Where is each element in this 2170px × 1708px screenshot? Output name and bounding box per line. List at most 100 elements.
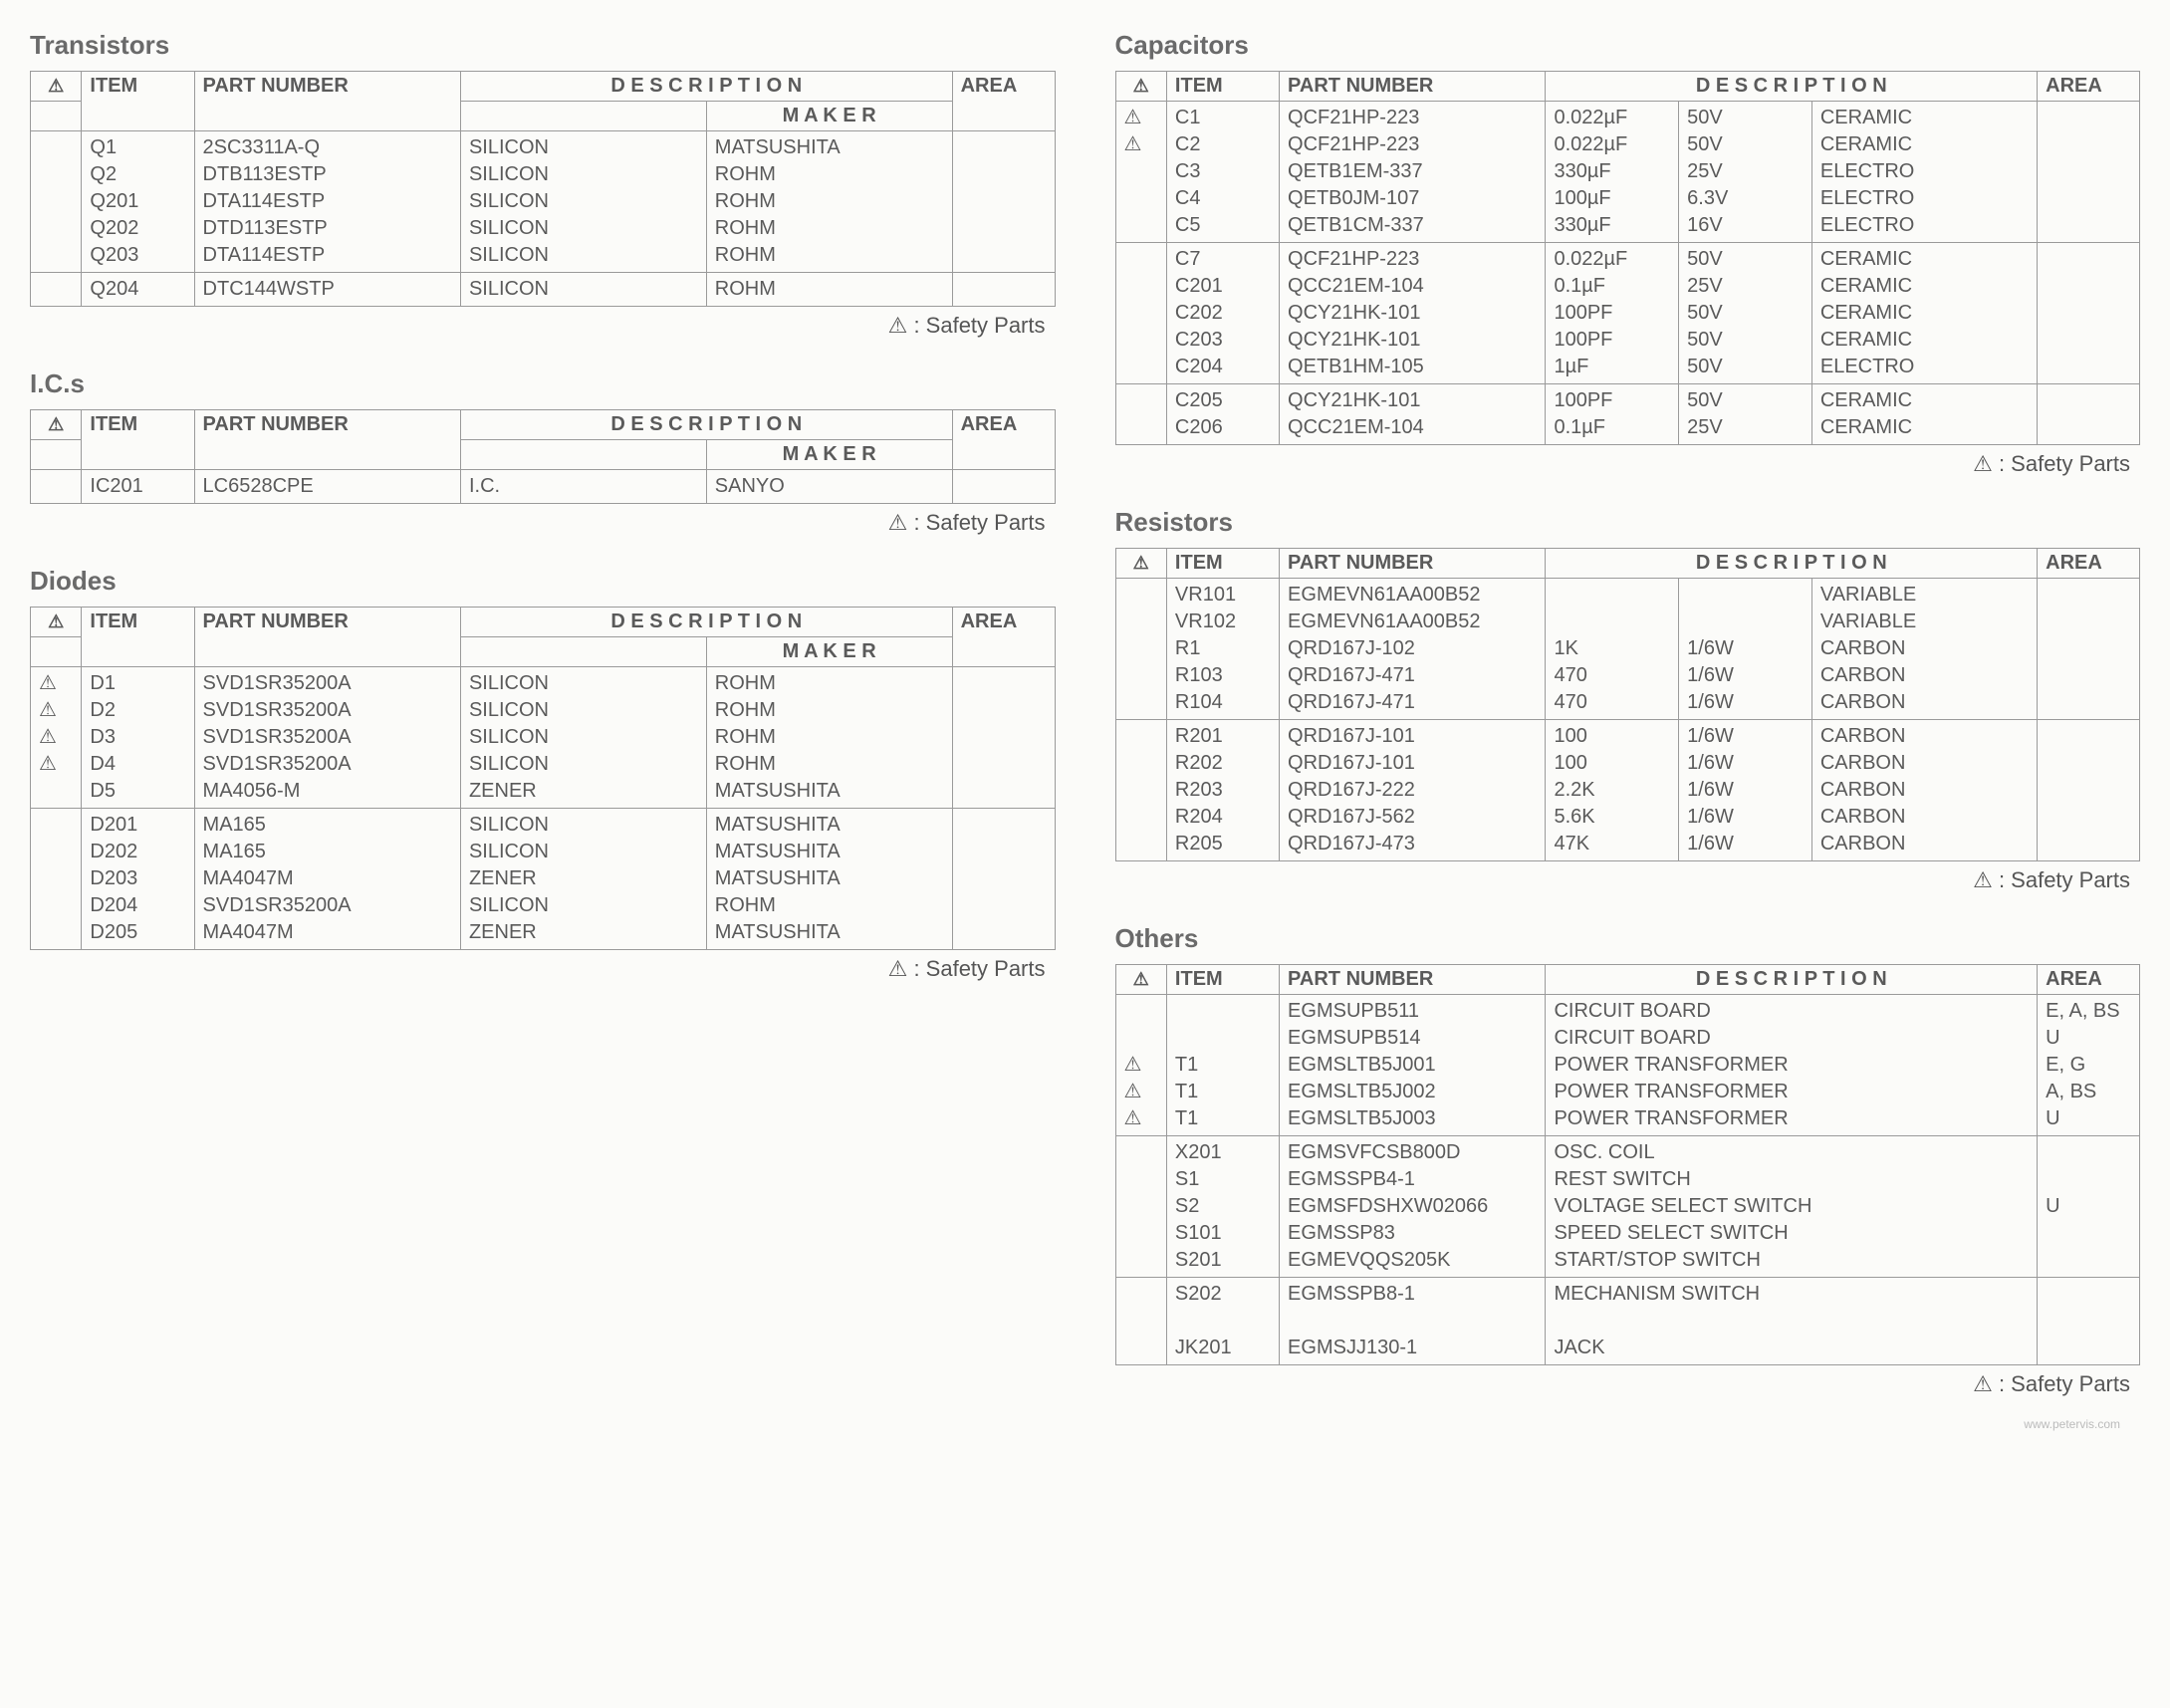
cell-part: LC6528CPE xyxy=(194,470,460,504)
table-row: C7 C201 C202 C203 C204QCF21HP-223 QCC21E… xyxy=(1115,243,2140,384)
resistors-title: Resistors xyxy=(1115,507,2141,538)
cell-area xyxy=(952,273,1055,307)
cell-d1: SILICON xyxy=(460,273,706,307)
cell-d1: SILICON SILICON SILICON SILICON ZENER xyxy=(460,667,706,809)
ics-table: ⚠ ITEM PART NUMBER D E S C R I P T I O N… xyxy=(30,409,1056,504)
table-row: ⚠ ⚠ ⚠ T1 T1 T1EGMSUPB511 EGMSUPB514 EGMS… xyxy=(1115,995,2140,1136)
capacitors-title: Capacitors xyxy=(1115,30,2141,61)
cell-w xyxy=(1115,579,1166,720)
cell-w xyxy=(1115,1136,1166,1278)
cell-part: EGMSUPB511 EGMSUPB514 EGMSLTB5J001 EGMSL… xyxy=(1280,995,1546,1136)
table-row: Q204DTC144WSTPSILICONROHM xyxy=(31,273,1056,307)
cell-item: D1 D2 D3 D4 D5 xyxy=(82,667,194,809)
cell-part: 2SC3311A-Q DTB113ESTP DTA114ESTP DTD113E… xyxy=(194,131,460,273)
cell-area xyxy=(952,667,1055,809)
cell-part: QCF21HP-223 QCF21HP-223 QETB1EM-337 QETB… xyxy=(1280,102,1546,243)
cell-part: SVD1SR35200A SVD1SR35200A SVD1SR35200A S… xyxy=(194,667,460,809)
cell-part: QCY21HK-101 QCC21EM-104 xyxy=(1280,384,1546,445)
col-area: AREA xyxy=(952,72,1055,131)
warning-icon: ⚠ xyxy=(1133,76,1149,97)
left-column: Transistors ⚠ ITEM PART NUMBER D E S C R… xyxy=(30,20,1056,1431)
cell-part: EGMSVFCSB800D EGMSSPB4-1 EGMSFDSHXW02066… xyxy=(1280,1136,1546,1278)
cell-d1: 0.022µF 0.022µF 330µF 100µF 330µF xyxy=(1546,102,1679,243)
cell-desc: MECHANISM SWITCH JACK xyxy=(1546,1278,2038,1365)
cell-d1: 100PF 0.1µF xyxy=(1546,384,1679,445)
col-maker: M A K E R xyxy=(706,102,952,131)
col-part: PART NUMBER xyxy=(194,72,460,131)
others-title: Others xyxy=(1115,923,2141,954)
cell-maker: MATSUSHITA MATSUSHITA MATSUSHITA ROHM MA… xyxy=(706,809,952,950)
cell-area xyxy=(2038,579,2140,720)
cell-area: U xyxy=(2038,1136,2140,1278)
table-row: R201 R202 R203 R204 R205QRD167J-101 QRD1… xyxy=(1115,720,2140,861)
cell-d1: 1K 470 470 xyxy=(1546,579,1679,720)
transistors-table: ⚠ ITEM PART NUMBER D E S C R I P T I O N… xyxy=(30,71,1056,307)
ics-title: I.C.s xyxy=(30,368,1056,399)
cell-d3: CERAMIC CERAMIC ELECTRO ELECTRO ELECTRO xyxy=(1811,102,2037,243)
diodes-title: Diodes xyxy=(30,566,1056,597)
right-column: Capacitors ⚠ ITEM PART NUMBER D E S C R … xyxy=(1115,20,2141,1431)
cell-item: X201 S1 S2 S101 S201 xyxy=(1166,1136,1279,1278)
cell-d1: 100 100 2.2K 5.6K 47K xyxy=(1546,720,1679,861)
cell-area: E, A, BS U E, G A, BS U xyxy=(2038,995,2140,1136)
cell-part: EGMSSPB8-1 EGMSJJ130-1 xyxy=(1280,1278,1546,1365)
cell-area xyxy=(952,470,1055,504)
safety-note-others: ⚠ : Safety Parts xyxy=(1115,1365,2141,1417)
cell-d3: CERAMIC CERAMIC xyxy=(1811,384,2037,445)
cell-w xyxy=(31,273,82,307)
table-row: ⚠ ⚠ C1 C2 C3 C4 C5QCF21HP-223 QCF21HP-22… xyxy=(1115,102,2140,243)
cell-item: C7 C201 C202 C203 C204 xyxy=(1166,243,1279,384)
cell-part: EGMEVN61AA00B52 EGMEVN61AA00B52 QRD167J-… xyxy=(1280,579,1546,720)
cell-item: C205 C206 xyxy=(1166,384,1279,445)
cell-item: VR101 VR102 R1 R103 R104 xyxy=(1166,579,1279,720)
cell-area xyxy=(952,809,1055,950)
cell-item: Q1 Q2 Q201 Q202 Q203 xyxy=(82,131,194,273)
cell-d1: I.C. xyxy=(460,470,706,504)
cell-w xyxy=(31,809,82,950)
cell-maker: SANYO xyxy=(706,470,952,504)
page-root: Transistors ⚠ ITEM PART NUMBER D E S C R… xyxy=(30,20,2140,1431)
cell-d2: 50V 50V 25V 6.3V 16V xyxy=(1679,102,1812,243)
safety-note-capacitors: ⚠ : Safety Parts xyxy=(1115,445,2141,497)
safety-note-ics: ⚠ : Safety Parts xyxy=(30,504,1056,556)
table-row: X201 S1 S2 S101 S201EGMSVFCSB800D EGMSSP… xyxy=(1115,1136,2140,1278)
col-warn: ⚠ xyxy=(31,72,82,102)
warning-icon: ⚠ xyxy=(48,76,64,97)
cell-w: ⚠ ⚠ ⚠ ⚠ xyxy=(31,667,82,809)
cell-area xyxy=(2038,384,2140,445)
cell-w: ⚠ ⚠ ⚠ xyxy=(1115,995,1166,1136)
cell-w xyxy=(1115,1278,1166,1365)
cell-maker: ROHM xyxy=(706,273,952,307)
table-row: S202 JK201EGMSSPB8-1 EGMSJJ130-1MECHANIS… xyxy=(1115,1278,2140,1365)
safety-note-transistors: ⚠ : Safety Parts xyxy=(30,307,1056,359)
cell-item: S202 JK201 xyxy=(1166,1278,1279,1365)
cell-w xyxy=(1115,243,1166,384)
safety-note-resistors: ⚠ : Safety Parts xyxy=(1115,861,2141,913)
transistors-title: Transistors xyxy=(30,30,1056,61)
cell-item: Q204 xyxy=(82,273,194,307)
cell-maker: MATSUSHITA ROHM ROHM ROHM ROHM xyxy=(706,131,952,273)
cell-area xyxy=(2038,1278,2140,1365)
cell-part: MA165 MA165 MA4047M SVD1SR35200A MA4047M xyxy=(194,809,460,950)
watermark: www.petervis.com xyxy=(1115,1417,2141,1431)
cell-item: IC201 xyxy=(82,470,194,504)
cell-d2: 50V 25V xyxy=(1679,384,1812,445)
warning-icon: ⚠ xyxy=(48,611,64,632)
table-row: IC201LC6528CPEI.C.SANYO xyxy=(31,470,1056,504)
cell-area xyxy=(2038,720,2140,861)
cell-w xyxy=(1115,720,1166,861)
cell-item: T1 T1 T1 xyxy=(1166,995,1279,1136)
cell-w: ⚠ ⚠ xyxy=(1115,102,1166,243)
table-row: Q1 Q2 Q201 Q202 Q2032SC3311A-Q DTB113EST… xyxy=(31,131,1056,273)
resistors-table: ⚠ ITEM PART NUMBER D E S C R I P T I O N… xyxy=(1115,548,2141,861)
cell-w xyxy=(31,131,82,273)
cell-d1: SILICON SILICON SILICON SILICON SILICON xyxy=(460,131,706,273)
others-table: ⚠ ITEM PART NUMBER D E S C R I P T I O N… xyxy=(1115,964,2141,1365)
table-row: D201 D202 D203 D204 D205MA165 MA165 MA40… xyxy=(31,809,1056,950)
cell-d3: CARBON CARBON CARBON CARBON CARBON xyxy=(1811,720,2037,861)
cell-area xyxy=(2038,243,2140,384)
cell-w xyxy=(31,470,82,504)
cell-d2: 50V 25V 50V 50V 50V xyxy=(1679,243,1812,384)
cell-item: C1 C2 C3 C4 C5 xyxy=(1166,102,1279,243)
cell-d2: 1/6W 1/6W 1/6W 1/6W 1/6W xyxy=(1679,720,1812,861)
